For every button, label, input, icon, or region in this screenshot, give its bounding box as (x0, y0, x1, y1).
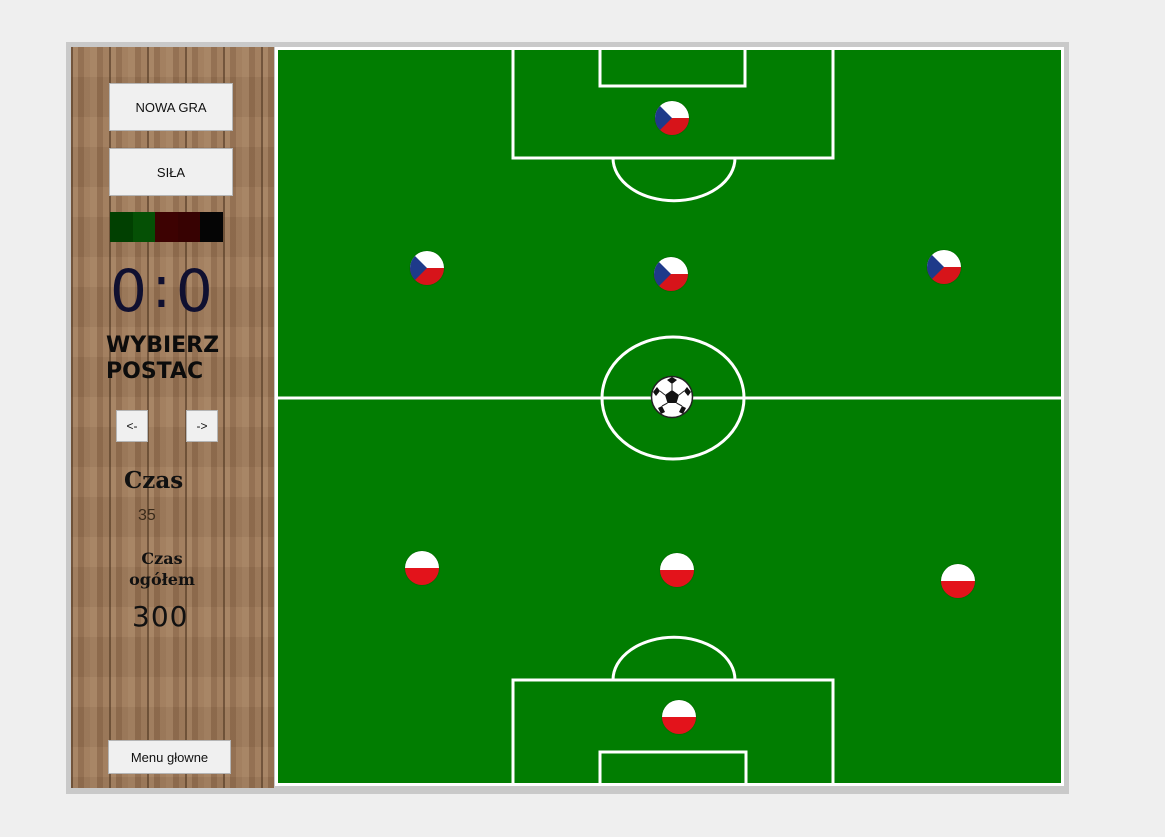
score-display: 0:0 (110, 253, 220, 327)
score-home: 0 (110, 257, 148, 325)
player-poland-right[interactable] (941, 564, 975, 598)
poland-flag-icon (660, 553, 694, 587)
score-separator: : (151, 253, 173, 321)
main-menu-button[interactable]: Menu głowne (108, 740, 231, 774)
player-czech-center[interactable] (654, 257, 688, 291)
power-segment (155, 212, 178, 242)
player-poland-center[interactable] (660, 553, 694, 587)
player-poland-goalkeeper[interactable] (662, 700, 696, 734)
total-time-label: Czas ogółem (129, 549, 195, 589)
power-segment (200, 212, 223, 242)
total-time-value: 300 (132, 600, 189, 633)
power-meter (110, 212, 223, 242)
player-czech-left[interactable] (410, 251, 444, 285)
soccer-ball-icon[interactable] (650, 375, 694, 419)
czech-flag-icon (654, 257, 688, 291)
czech-flag-icon (410, 251, 444, 285)
score-away: 0 (175, 257, 214, 325)
time-value: 35 (138, 507, 156, 524)
power-segment (110, 212, 133, 242)
poland-flag-icon (405, 551, 439, 585)
prev-character-button[interactable]: <- (116, 410, 148, 442)
bottom-goal-box (598, 750, 748, 786)
player-czech-right[interactable] (927, 250, 961, 284)
poland-flag-icon (941, 564, 975, 598)
next-character-button[interactable]: -> (186, 410, 218, 442)
top-goal-box (598, 47, 747, 88)
czech-flag-icon (927, 250, 961, 284)
top-penalty-arc (611, 157, 737, 203)
bottom-penalty-arc (611, 635, 737, 681)
power-button[interactable]: SIŁA (109, 148, 233, 196)
new-game-button[interactable]: NOWA GRA (109, 83, 233, 131)
time-label: Czas (124, 467, 184, 494)
poland-flag-icon (662, 700, 696, 734)
choose-character-label: WYBIERZ POSTAC (106, 333, 220, 384)
power-segment (177, 212, 201, 242)
player-poland-left[interactable] (405, 551, 439, 585)
power-segment (132, 212, 156, 242)
czech-flag-icon (655, 101, 689, 135)
player-czech-goalkeeper[interactable] (655, 101, 689, 135)
